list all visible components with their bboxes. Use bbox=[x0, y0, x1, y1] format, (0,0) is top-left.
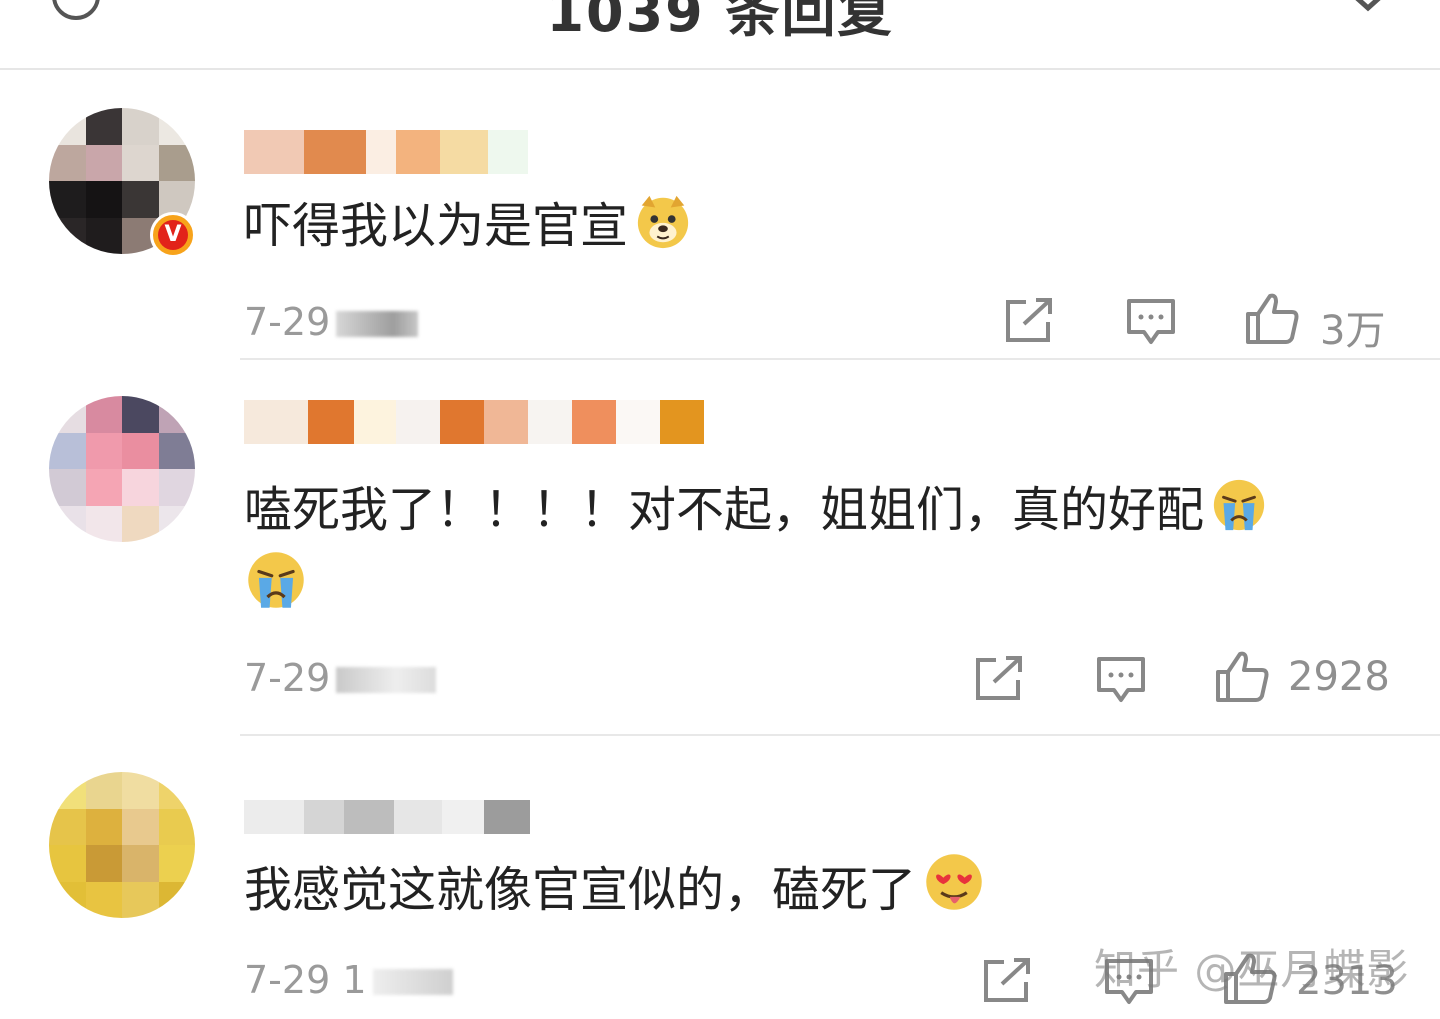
repost-icon bbox=[1006, 298, 1052, 342]
repost-button[interactable] bbox=[982, 958, 1032, 1004]
thumbs-up-icon bbox=[1216, 651, 1269, 702]
comment-time: 7-29 bbox=[244, 656, 437, 700]
comment-time: 7-29 bbox=[244, 300, 419, 344]
avatar[interactable] bbox=[49, 396, 195, 542]
thumbs-up-icon bbox=[1246, 293, 1299, 344]
watermark: 知乎 @巫月蝶影 bbox=[1094, 945, 1410, 994]
like-count: 3万 bbox=[1320, 308, 1386, 354]
like-count: 2928 bbox=[1288, 654, 1390, 700]
username[interactable] bbox=[244, 122, 528, 174]
like-button[interactable] bbox=[1244, 292, 1300, 346]
divider bbox=[240, 734, 1440, 736]
repost-icon bbox=[984, 958, 1030, 1002]
top-bar: 1039 条回复 bbox=[0, 0, 1440, 70]
comment-time: 7-29 1 bbox=[244, 958, 453, 1002]
username[interactable] bbox=[244, 796, 530, 846]
close-icon[interactable] bbox=[1344, 0, 1392, 18]
crying-emoji-icon bbox=[1213, 479, 1265, 531]
avatar[interactable] bbox=[49, 772, 195, 918]
heart-eyes-tongue-emoji-icon bbox=[926, 854, 982, 910]
comment-text-continued bbox=[244, 548, 308, 624]
username[interactable] bbox=[244, 400, 704, 450]
comment-icon bbox=[1127, 299, 1175, 344]
verified-badge-icon: V bbox=[150, 212, 196, 258]
page-title: 1039 条回复 bbox=[546, 0, 894, 44]
divider bbox=[240, 358, 1440, 360]
comment-icon bbox=[1097, 657, 1145, 702]
doge-emoji-icon bbox=[637, 195, 689, 249]
reply-button[interactable] bbox=[1126, 298, 1176, 346]
reply-button[interactable] bbox=[1096, 656, 1146, 704]
comment-text: 嗑死我了！！！！对不起，姐姐们，真的好配 bbox=[244, 474, 1268, 546]
crying-emoji-icon bbox=[248, 552, 304, 608]
comment-text: 吓得我以为是官宣 bbox=[244, 190, 692, 262]
like-button[interactable] bbox=[1214, 650, 1270, 704]
repost-button[interactable] bbox=[974, 656, 1024, 702]
repost-icon bbox=[976, 656, 1022, 700]
repost-button[interactable] bbox=[1004, 298, 1054, 344]
comment-text: 我感觉这就像官宣似的，磕死了 bbox=[244, 850, 986, 926]
